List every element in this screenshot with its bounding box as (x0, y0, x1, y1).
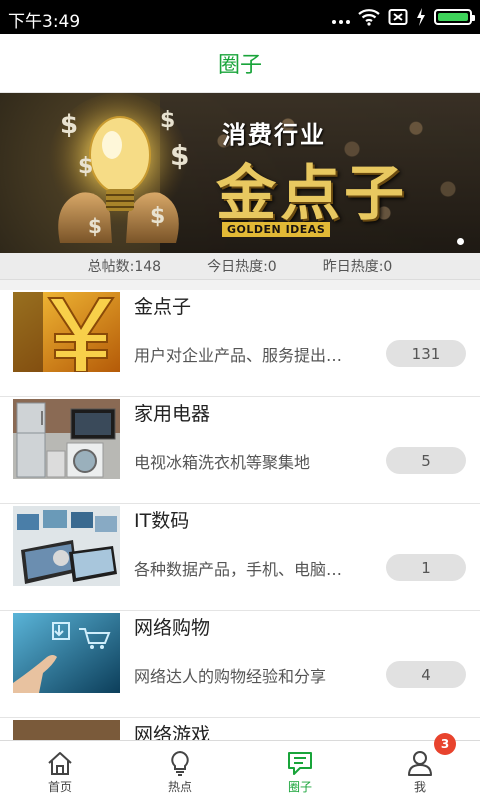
group-name: 家用电器 (134, 403, 211, 425)
tablets-image (13, 506, 120, 586)
group-description: 用户对企业产品、服务提出… (134, 346, 343, 365)
group-name: IT数码 (134, 510, 190, 532)
battery-icon (434, 9, 475, 25)
stats-bar: 总帖数:148 今日热度:0 昨日热度:0 (0, 253, 480, 280)
svg-text:$: $ (88, 214, 102, 238)
tab-me[interactable]: 我 (360, 741, 480, 800)
wifi-icon (358, 9, 380, 26)
svg-text:$: $ (160, 108, 175, 133)
yesterday-heat: 昨日热度:0 (322, 259, 393, 275)
more-dots-icon (332, 10, 350, 24)
group-description: 各种数据产品，手机、电脑… (134, 560, 343, 579)
carousel-indicator[interactable] (457, 238, 464, 245)
notification-badge: 3 (434, 733, 456, 755)
home-icon (48, 752, 72, 775)
appliances-image (13, 399, 120, 479)
tab-hot[interactable]: 热点 (120, 741, 240, 800)
status-time: 下午3:49 (8, 12, 81, 32)
banner-headline-large: 金点子 (216, 159, 408, 229)
page-title: 圈子 (217, 53, 262, 78)
chat-icon (288, 752, 312, 775)
svg-text:$: $ (60, 110, 78, 140)
no-sim-icon (388, 9, 408, 25)
group-description: 电视冰箱洗衣机等聚集地 (134, 453, 311, 472)
tab-hot-label: 热点 (167, 780, 192, 794)
total-posts: 总帖数:148 (87, 259, 162, 275)
tab-home-label: 首页 (47, 780, 72, 794)
list-item[interactable]: 家用电器 电视冰箱洗衣机等聚集地 5 (0, 397, 480, 504)
group-count-badge: 131 (386, 340, 466, 367)
tab-home[interactable]: 首页 (0, 741, 120, 800)
group-description: 网络达人的购物经验和分享 (134, 667, 327, 686)
lightbulb-icon (171, 750, 189, 776)
group-list: 金点子 用户对企业产品、服务提出… 131 家用电器 电视冰箱洗衣机等聚集地 5 (0, 290, 480, 758)
svg-text:$: $ (78, 154, 93, 179)
status-bar: 下午3:49 (0, 0, 480, 34)
yuan-sign-image (13, 292, 120, 372)
bottom-tab-bar: 首页 热点 圈子 我 3 (0, 733, 480, 800)
list-item[interactable]: 金点子 用户对企业产品、服务提出… 131 (0, 290, 480, 397)
lightbulb-dollar-icon: $ $ $ $ $ $ (48, 93, 189, 243)
list-item[interactable]: IT数码 各种数据产品，手机、电脑… 1 (0, 504, 480, 611)
group-count-badge: 4 (386, 661, 466, 688)
user-icon (408, 751, 432, 776)
group-name: 网络购物 (134, 617, 211, 639)
group-count-badge: 1 (386, 554, 466, 581)
svg-text:$: $ (170, 139, 189, 172)
tab-circle-label: 圈子 (287, 780, 312, 794)
banner-tagline: GOLDEN IDEAS (222, 222, 331, 237)
tab-me-label: 我 (413, 780, 426, 794)
tab-circle[interactable]: 圈子 (240, 741, 360, 800)
svg-text:$: $ (150, 204, 165, 229)
banner-carousel[interactable]: $ $ $ $ $ $ 消费行业 金点子 GOLDEN IDEAS (0, 93, 480, 253)
header: 圈子 (0, 34, 480, 93)
charging-icon (417, 8, 425, 26)
group-name: 金点子 (134, 296, 192, 318)
today-heat: 今日热度:0 (207, 259, 277, 275)
touch-screen-cart-image (13, 613, 120, 693)
group-count-badge: 5 (386, 447, 466, 474)
list-item[interactable]: 网络购物 网络达人的购物经验和分享 4 (0, 611, 480, 718)
